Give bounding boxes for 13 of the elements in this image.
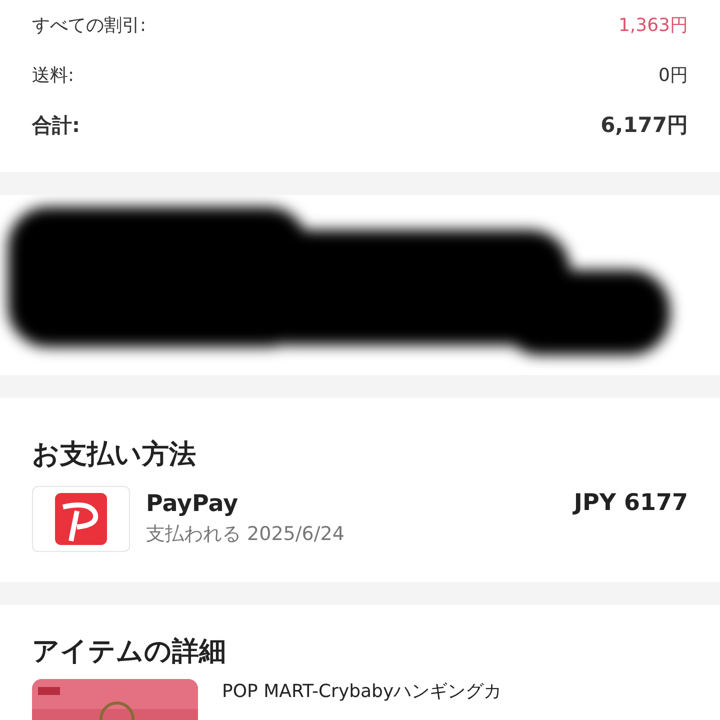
summary-label: 合計: <box>32 112 80 138</box>
payment-method: PayPay <box>146 491 240 517</box>
paypay-logo-icon <box>32 486 130 552</box>
section-title: お支払い方法 <box>32 438 197 472</box>
payment-amount: JPY 6177 <box>574 489 688 516</box>
summary-label: 送料: <box>32 64 74 87</box>
payment-status: 支払われる 2025/6/24 <box>146 522 346 547</box>
summary-value: 6,177円 <box>600 112 688 139</box>
summary-label: すべての割引: <box>32 14 146 37</box>
section-title: アイテムの詳細 <box>32 635 227 669</box>
summary-value: 1,363円 <box>618 14 688 37</box>
item-name: POP MART-Crybabyハンギングカ <box>222 680 502 704</box>
summary-value: 0円 <box>658 64 688 87</box>
